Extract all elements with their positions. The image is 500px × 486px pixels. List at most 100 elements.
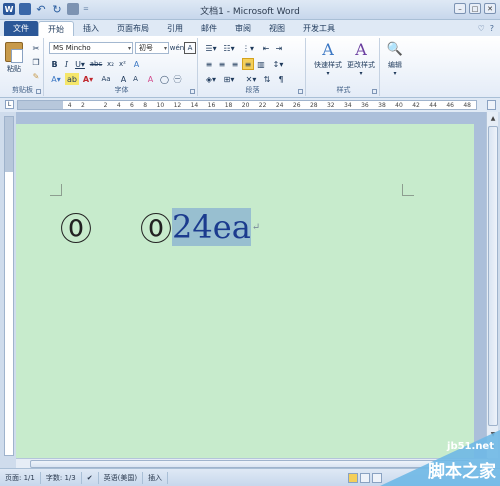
paste-label: 粘贴 (7, 65, 21, 73)
vertical-scroll-thumb[interactable] (488, 126, 498, 426)
ruler-numbers: 4 2 2 4 6 8 10 12 14 16 18 20 22 24 26 28 32 34 36 38 40 42 44… (63, 101, 476, 109)
window-title: 文档1 - Microsoft Word (200, 7, 300, 17)
bullets-icon[interactable]: ☰▾ (203, 42, 219, 54)
window-controls: – □ ✕ (454, 3, 496, 14)
enclosed-zero-symbol-2[interactable]: ⓪ (140, 204, 172, 250)
horizontal-ruler[interactable]: 4 2 2 4 6 8 10 12 14 16 18 20 22 24 26 28 32 34 36 38 40 42 44… (17, 100, 477, 110)
phonetic-guide-icon[interactable]: ◯ (159, 73, 170, 85)
chinese-layout-icon[interactable]: ✕▾ (243, 73, 259, 85)
document-page[interactable]: ⓪ ⓪ 24ea ↵ (16, 124, 474, 458)
numbering-icon[interactable]: ☷▾ (221, 42, 237, 54)
ruler-left-margin (18, 101, 63, 109)
paragraph-launcher-icon[interactable] (298, 89, 303, 94)
print-layout-view-icon[interactable] (348, 472, 359, 483)
full-screen-view-icon[interactable] (360, 472, 371, 483)
document-area[interactable]: ⓪ ⓪ 24ea ↵ (16, 112, 488, 458)
show-marks-icon[interactable]: ¶ (275, 73, 287, 85)
enclose-characters-icon[interactable]: ㊀ (172, 73, 183, 85)
close-button[interactable]: ✕ (484, 3, 496, 14)
tab-page-layout[interactable]: 页面布局 (108, 21, 158, 36)
word-count[interactable]: 字数: 1/3 (41, 471, 82, 484)
tab-review[interactable]: 审阅 (226, 21, 260, 36)
clear-formatting-icon[interactable]: A (145, 73, 156, 85)
font-size-select[interactable]: 初号 ▾ (135, 42, 169, 54)
document-text-line[interactable]: ⓪ ⓪ 24ea ↵ (60, 204, 260, 250)
vertical-scrollbar[interactable]: ▲ ▼ ▴ (486, 112, 498, 458)
change-styles-button[interactable]: A 更改样式 ▾ (345, 40, 377, 77)
paste-icon (5, 42, 23, 63)
change-case-icon[interactable]: Aa (98, 73, 114, 85)
view-ruler-icon[interactable] (487, 100, 496, 110)
ruler-number: 2 (80, 101, 85, 109)
copy-icon[interactable]: ❐ (30, 56, 42, 68)
title-bar: W ↶ ↻ = 文档1 - Microsoft Word – □ ✕ (0, 0, 500, 20)
ruler-number: 44 (429, 101, 437, 109)
ruler-number: 42 (412, 101, 420, 109)
shrink-font-icon[interactable]: A (130, 73, 141, 85)
ruler-number: 20 (241, 101, 250, 109)
superscript-icon[interactable]: x² (117, 58, 128, 70)
font-color-icon[interactable]: A▾ (81, 73, 95, 85)
scroll-up-icon[interactable]: ▲ (488, 114, 498, 124)
distributed-icon[interactable]: ▥ (255, 58, 267, 70)
quick-styles-button[interactable]: A 快速样式 ▾ (312, 40, 344, 77)
tab-file[interactable]: 文件 (4, 21, 38, 36)
ribbon: 粘贴 ✂ ❐ ✎ 剪贴板 MS Mincho ▾ 初号 ▾ wén A B I U▾… (0, 36, 500, 98)
tab-selector-icon[interactable]: L (5, 100, 14, 109)
quick-styles-label: 快速样式 (314, 61, 342, 69)
editing-button[interactable]: 🔍 编辑 ▾ (384, 40, 406, 77)
align-left-icon[interactable]: ≡ (203, 58, 215, 70)
decrease-indent-icon[interactable]: ⇤ (260, 42, 272, 54)
bold-icon[interactable]: B (49, 58, 60, 70)
minimize-button[interactable]: – (454, 3, 466, 14)
tab-home[interactable]: 开始 (38, 21, 74, 36)
help-icon[interactable]: ? (490, 24, 494, 33)
vertical-ruler[interactable] (4, 116, 14, 456)
enclosed-zero-symbol[interactable]: ⓪ (60, 204, 92, 250)
text-effects-icon[interactable]: A (131, 58, 142, 70)
underline-icon[interactable]: U▾ (73, 58, 87, 70)
cut-icon[interactable]: ✂ (30, 42, 42, 54)
italic-icon[interactable]: I (61, 58, 72, 70)
tab-view[interactable]: 视图 (260, 21, 294, 36)
proofing-icon[interactable]: ✔ (82, 471, 99, 484)
ruler-number: 2 (103, 101, 108, 109)
clipboard-launcher-icon[interactable] (36, 89, 41, 94)
highlight-icon[interactable]: ab (65, 73, 79, 85)
format-painter-icon[interactable]: ✎ (30, 70, 42, 82)
language-indicator[interactable]: 英语(美国) (99, 471, 144, 484)
font-family-select[interactable]: MS Mincho ▾ (49, 42, 133, 54)
grow-font-icon[interactable]: A (118, 73, 129, 85)
insert-mode[interactable]: 插入 (143, 471, 169, 484)
tab-insert[interactable]: 插入 (74, 21, 108, 36)
align-center-icon[interactable]: ≡ (216, 58, 228, 70)
font-launcher-icon[interactable] (190, 89, 195, 94)
selected-text[interactable]: 24ea (172, 208, 251, 246)
char-border-icon[interactable]: A (184, 42, 196, 54)
sort-icon[interactable]: ⇅ (261, 73, 273, 85)
multilevel-list-icon[interactable]: ⋮▾ (239, 42, 257, 54)
ruler-number: 48 (463, 101, 471, 109)
tab-mailings[interactable]: 邮件 (192, 21, 226, 36)
maximize-button[interactable]: □ (469, 3, 481, 14)
align-right-icon[interactable]: ≡ (229, 58, 241, 70)
ribbon-minimize-icon[interactable]: ♡ (478, 24, 485, 33)
increase-indent-icon[interactable]: ⇥ (273, 42, 285, 54)
tab-references[interactable]: 引用 (158, 21, 192, 36)
justify-icon[interactable]: ≡ (242, 58, 254, 70)
ruler-number: 40 (395, 101, 403, 109)
borders-icon[interactable]: ⊞▾ (221, 73, 237, 85)
tab-developer[interactable]: 开发工具 (294, 21, 344, 36)
wen-icon[interactable]: wén (170, 42, 184, 54)
shading-icon[interactable]: ◈▾ (203, 73, 219, 85)
strikethrough-icon[interactable]: abc (89, 58, 103, 70)
styles-group-label: 样式 (336, 86, 351, 94)
line-spacing-icon[interactable]: ↕▾ (270, 58, 286, 70)
subscript-icon[interactable]: x₂ (105, 58, 116, 70)
paste-button[interactable]: 粘贴 (5, 42, 23, 74)
styles-launcher-icon[interactable] (372, 89, 377, 94)
margin-corner-top-left (50, 184, 62, 196)
page-count[interactable]: 页面: 1/1 (0, 471, 41, 484)
ruler-number: 8 (143, 101, 148, 109)
text-effects-2-icon[interactable]: A▾ (49, 73, 63, 85)
